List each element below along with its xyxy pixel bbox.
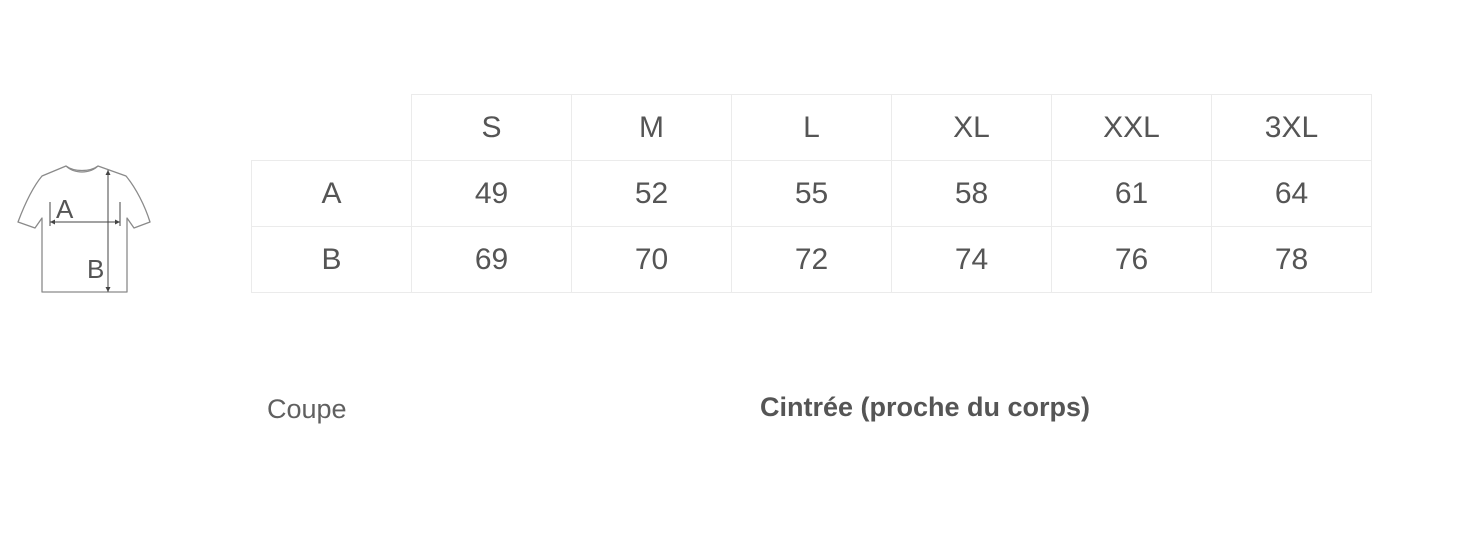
size-header-cell: XXL xyxy=(1051,94,1212,161)
measurement-cell: 52 xyxy=(571,160,732,227)
measurement-cell: 72 xyxy=(731,226,892,293)
measurement-cell: 69 xyxy=(411,226,572,293)
measurement-cell: 70 xyxy=(571,226,732,293)
measurement-cell: 78 xyxy=(1211,226,1372,293)
fit-value: Cintrée (proche du corps) xyxy=(760,392,1091,422)
diagram-label-a: A xyxy=(56,194,74,224)
size-header-row: S M L XL XXL 3XL xyxy=(251,94,1372,161)
measurement-cell: 58 xyxy=(891,160,1052,227)
tshirt-measurement-diagram: A B xyxy=(14,160,156,300)
size-header-cell: M xyxy=(571,94,732,161)
table-row: B 69 70 72 74 76 78 xyxy=(251,226,1372,293)
size-chart-table: S M L XL XXL 3XL A 49 52 55 58 61 64 B 6… xyxy=(251,94,1372,293)
header-corner-cell xyxy=(251,94,412,161)
tshirt-icon: A B xyxy=(17,165,151,293)
row-label-cell: B xyxy=(251,226,412,293)
measurement-cell: 76 xyxy=(1051,226,1212,293)
diagram-label-b: B xyxy=(87,254,104,284)
size-header-cell: L xyxy=(731,94,892,161)
measurement-cell: 49 xyxy=(411,160,572,227)
measurement-cell: 64 xyxy=(1211,160,1372,227)
size-header-cell: 3XL xyxy=(1211,94,1372,161)
size-header-cell: S xyxy=(411,94,572,161)
measurement-cell: 74 xyxy=(891,226,1052,293)
row-label-cell: A xyxy=(251,160,412,227)
measurement-cell: 61 xyxy=(1051,160,1212,227)
measurement-cell: 55 xyxy=(731,160,892,227)
fit-label: Coupe xyxy=(267,394,347,424)
size-header-cell: XL xyxy=(891,94,1052,161)
table-row: A 49 52 55 58 61 64 xyxy=(251,160,1372,227)
